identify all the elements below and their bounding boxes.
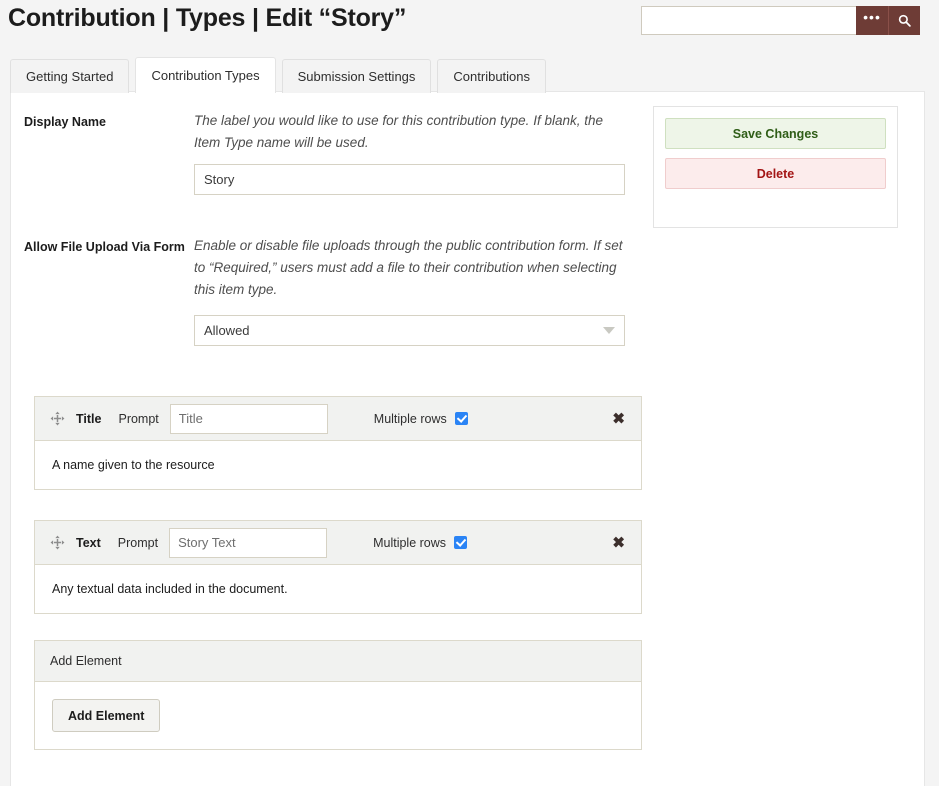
add-element-button[interactable]: Add Element — [52, 699, 161, 732]
element-header: Title Prompt Multiple rows ✖ — [35, 397, 641, 441]
allow-file-upload-description: Enable or disable file uploads through t… — [194, 238, 623, 297]
advanced-search-icon[interactable]: ••• — [856, 6, 888, 35]
element-name: Text — [76, 535, 101, 550]
multiple-rows-checkbox[interactable] — [454, 412, 468, 425]
display-name-input[interactable] — [194, 164, 625, 195]
display-name-label: Display Name — [24, 115, 106, 129]
add-element-section: Add Element Add Element — [34, 640, 642, 750]
element-name: Title — [76, 411, 102, 426]
multiple-rows-label: Multiple rows — [373, 535, 447, 550]
page-header: Contribution | Types | Edit “Story” ••• — [0, 0, 939, 50]
remove-element-icon[interactable]: ✖ — [612, 535, 625, 550]
element-description: Any textual data included in the documen… — [35, 565, 641, 613]
multiple-rows-label: Multiple rows — [373, 411, 447, 426]
tab-bar: Getting Started Contribution Types Submi… — [10, 57, 547, 93]
delete-button[interactable]: Delete — [665, 158, 886, 189]
element-block-title: Title Prompt Multiple rows ✖ A name give… — [34, 396, 642, 490]
remove-element-icon[interactable]: ✖ — [612, 411, 625, 426]
search-input[interactable] — [641, 6, 856, 35]
element-description: A name given to the resource — [35, 441, 641, 489]
search-bar: ••• — [641, 6, 920, 35]
save-changes-button[interactable]: Save Changes — [665, 118, 886, 149]
drag-handle-icon[interactable] — [50, 411, 65, 426]
prompt-label: Prompt — [118, 411, 159, 426]
multiple-rows-checkbox[interactable] — [454, 536, 468, 549]
allow-file-upload-label: Allow File Upload Via Form — [24, 240, 185, 254]
element-block-text: Text Prompt Multiple rows ✖ Any textual … — [34, 520, 642, 614]
page-title: Contribution | Types | Edit “Story” — [8, 4, 407, 32]
tab-contribution-types[interactable]: Contribution Types — [135, 57, 276, 93]
add-element-body: Add Element — [35, 682, 641, 749]
prompt-label: Prompt — [117, 535, 159, 550]
drag-handle-icon[interactable] — [50, 535, 65, 550]
action-panel: Save Changes Delete — [653, 106, 898, 228]
display-name-description: The label you would like to use for this… — [194, 113, 603, 150]
search-submit-button[interactable] — [888, 6, 920, 35]
element-header: Text Prompt Multiple rows ✖ — [35, 521, 641, 565]
allow-file-upload-select[interactable]: Allowed — [194, 315, 625, 346]
chevron-down-icon — [603, 327, 615, 334]
tab-contributions[interactable]: Contributions — [437, 59, 547, 93]
add-element-section-label: Add Element — [35, 641, 641, 682]
allow-file-upload-select-value: Allowed — [204, 323, 250, 338]
search-icon — [898, 14, 911, 27]
prompt-input[interactable] — [169, 527, 328, 558]
tab-submission-settings[interactable]: Submission Settings — [281, 59, 432, 93]
tab-getting-started[interactable]: Getting Started — [10, 59, 130, 93]
prompt-input[interactable] — [169, 403, 328, 434]
